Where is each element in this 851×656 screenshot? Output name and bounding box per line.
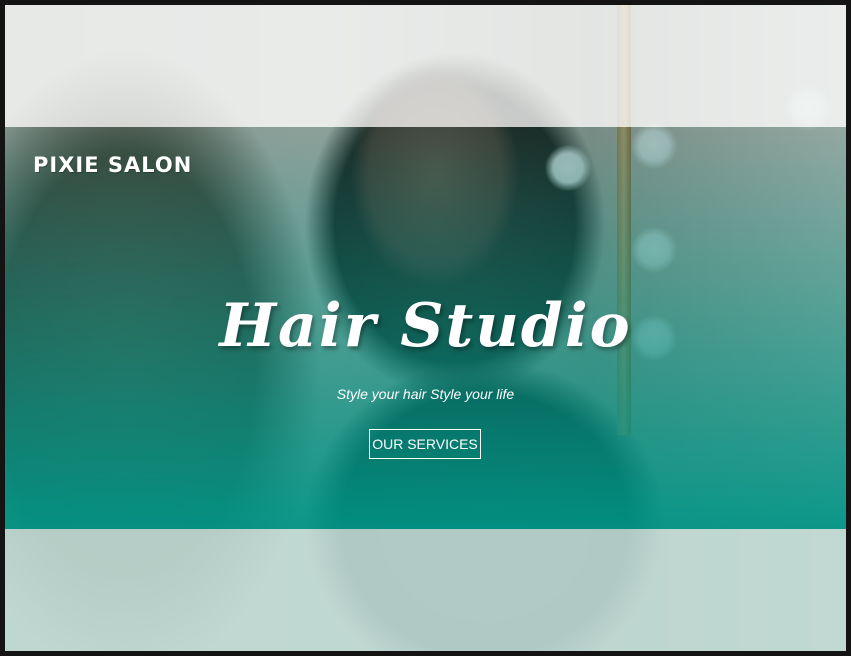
- bottom-overlay: [5, 529, 846, 651]
- site-logo[interactable]: PIXIE SALON: [33, 153, 192, 177]
- hero-title: Hair Studio: [219, 291, 632, 361]
- hero-tagline: Style your hair Style your life: [336, 386, 515, 402]
- top-overlay: [5, 5, 846, 127]
- page-frame: PIXIE SALON Hair Studio Style your hair …: [5, 5, 846, 651]
- our-services-button[interactable]: OUR SERVICES: [369, 429, 481, 459]
